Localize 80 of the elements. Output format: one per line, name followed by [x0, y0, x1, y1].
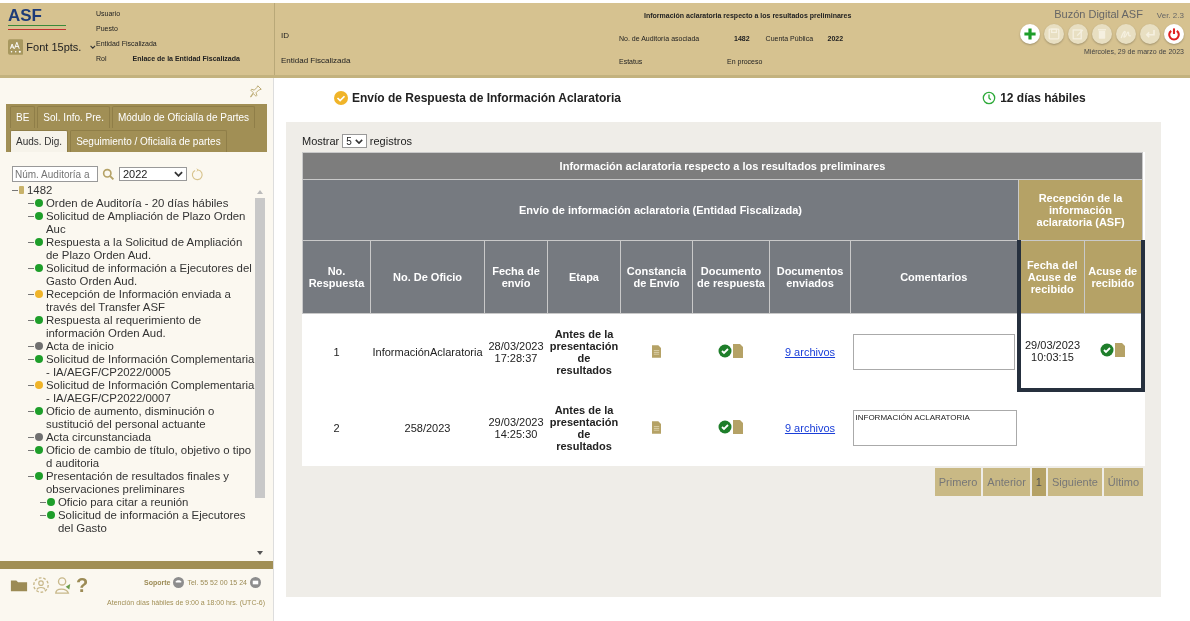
tree-item[interactable]: Recepción de Información enviada a través del Transfer ASF — [46, 288, 255, 314]
section-title: Envío de Respuesta de Información Aclaratoria — [352, 91, 621, 105]
column-header: Acuse de recibido — [1084, 240, 1143, 314]
version-label: Ver. 2.3 — [1156, 11, 1184, 20]
document-icon[interactable] — [652, 420, 661, 434]
chevron-down-icon — [354, 138, 363, 144]
mail-icon — [250, 577, 261, 588]
files-link[interactable]: 9 archivos — [784, 346, 836, 358]
field-label: ID — [281, 31, 290, 40]
files-link[interactable]: 9 archivos — [784, 422, 836, 434]
check-circle-icon — [334, 91, 348, 105]
table-cell: 1 — [302, 313, 371, 390]
user-settings-icon[interactable] — [32, 576, 50, 594]
power-button[interactable] — [1164, 24, 1184, 44]
show-suffix: registros — [369, 135, 413, 147]
table-cell: Antes de la presentación de resultados — [547, 313, 621, 390]
add-icon — [1022, 26, 1038, 42]
column-header: Fecha del Acuse de recibido — [1018, 240, 1085, 314]
table-cell: Antes de la presentación de resultados — [547, 390, 621, 466]
column-header: Documento de respuesta — [692, 240, 770, 314]
table-cell: 29/03/2023 10:03:15 — [1018, 313, 1085, 390]
tree-item[interactable]: Solicitud de Información Complementaria - IA/AEGF/CP2022/0005 — [46, 353, 255, 379]
tree-item[interactable]: Solicitud de información a Ejecutores del Gasto Orden Aud. — [46, 262, 255, 288]
field-label: Entidad Fiscalizada — [281, 56, 352, 65]
document-icon[interactable] — [652, 344, 661, 358]
asf-logo: ASF — [8, 7, 68, 30]
comment-field[interactable] — [852, 334, 1015, 370]
tree-item[interactable]: Solicitud de información a Ejecutores del Gasto — [58, 509, 255, 535]
phone-icon — [173, 577, 185, 588]
font-size-select[interactable]: Font 15pts. — [26, 41, 82, 53]
table-cell: 2 — [302, 390, 371, 466]
refresh-icon[interactable] — [191, 167, 204, 181]
column-group-header: Envío de información aclaratoria (Entidad Fiscalizada) — [302, 179, 1019, 241]
tree-item[interactable]: Oficio de aumento, disminución o sustitució del personal actuante — [46, 405, 255, 431]
font-size-icon[interactable] — [8, 36, 24, 58]
power-icon — [1166, 26, 1182, 42]
column-header: Fecha de envío — [484, 240, 548, 314]
tree-item[interactable]: Solicitud de Ampliación de Plazo Orden Auc — [46, 210, 255, 236]
table-caption: Información aclaratoria respecto a los resultados preliminares — [302, 152, 1143, 180]
comment-field[interactable]: INFORMACIÓN ACLARATORIA — [852, 410, 1017, 446]
column-group-header: Recepción de la información aclaratoria (ASF) — [1018, 179, 1143, 241]
column-header: Etapa — [547, 240, 621, 314]
days-remaining: 12 días hábiles — [1000, 91, 1086, 105]
search-icon[interactable] — [102, 167, 115, 181]
approved-document-icon[interactable] — [718, 420, 744, 434]
tree-item[interactable]: Oficio para citar a reunión — [58, 496, 255, 509]
tree-item[interactable]: Acta de inicio — [46, 340, 255, 353]
table-cell: 29/03/2023 14:25:30 — [484, 390, 548, 466]
tree-item[interactable]: Respuesta a la Solicitud de Ampliación de Plazo Orden Aud. — [46, 236, 255, 262]
year-select[interactable]: 2022 — [119, 167, 187, 181]
tree-item[interactable]: Acta circunstanciada — [46, 431, 255, 444]
user-icon[interactable] — [54, 576, 72, 594]
chevron-down-icon[interactable] — [90, 44, 96, 50]
sidebar-tab[interactable]: Auds. Dig. — [10, 130, 69, 152]
tree-item[interactable]: Oficio de cambio de título, objetivo o tipo d auditoria — [46, 444, 255, 470]
column-header: No. Respuesta — [302, 240, 371, 314]
clock-icon — [982, 91, 997, 105]
pin-icon[interactable] — [249, 84, 263, 98]
tree-item[interactable]: 1482 — [27, 184, 255, 197]
save-icon — [1046, 26, 1062, 42]
column-header: Constancia de Envío — [620, 240, 693, 314]
edit-icon — [1070, 26, 1086, 42]
approved-document-icon[interactable] — [1099, 343, 1126, 357]
chevron-down-icon — [174, 171, 183, 177]
column-header: Comentarios — [850, 240, 1019, 314]
page-size-select[interactable]: 5 — [342, 134, 367, 148]
show-label: Mostrar — [302, 135, 340, 147]
column-header: No. De Oficio — [370, 240, 485, 314]
approved-document-icon[interactable] — [718, 344, 744, 358]
tree-item[interactable]: Presentación de resultados finales y observaciones preliminares — [46, 470, 255, 496]
tree-item[interactable]: Solicitud de Información Complementaria - IA/AEGF/CP2022/0007 — [46, 379, 255, 405]
table-cell: 28/03/2023 17:28:37 — [484, 313, 548, 390]
table-cell: 258/2023 — [370, 390, 485, 466]
tree-item[interactable]: Respuesta al requerimiento de información Orden Aud. — [46, 314, 255, 340]
app-name: Buzón Digital ASF — [1054, 8, 1143, 20]
tree-item[interactable]: Orden de Auditoría - 20 días hábiles — [46, 197, 255, 210]
add-button[interactable] — [1020, 24, 1040, 44]
column-header: Documentos enviados — [769, 240, 851, 314]
table-cell: InformaciónAclaratoria — [370, 313, 485, 390]
search-field[interactable]: Núm. Auditoría a — [12, 166, 98, 182]
